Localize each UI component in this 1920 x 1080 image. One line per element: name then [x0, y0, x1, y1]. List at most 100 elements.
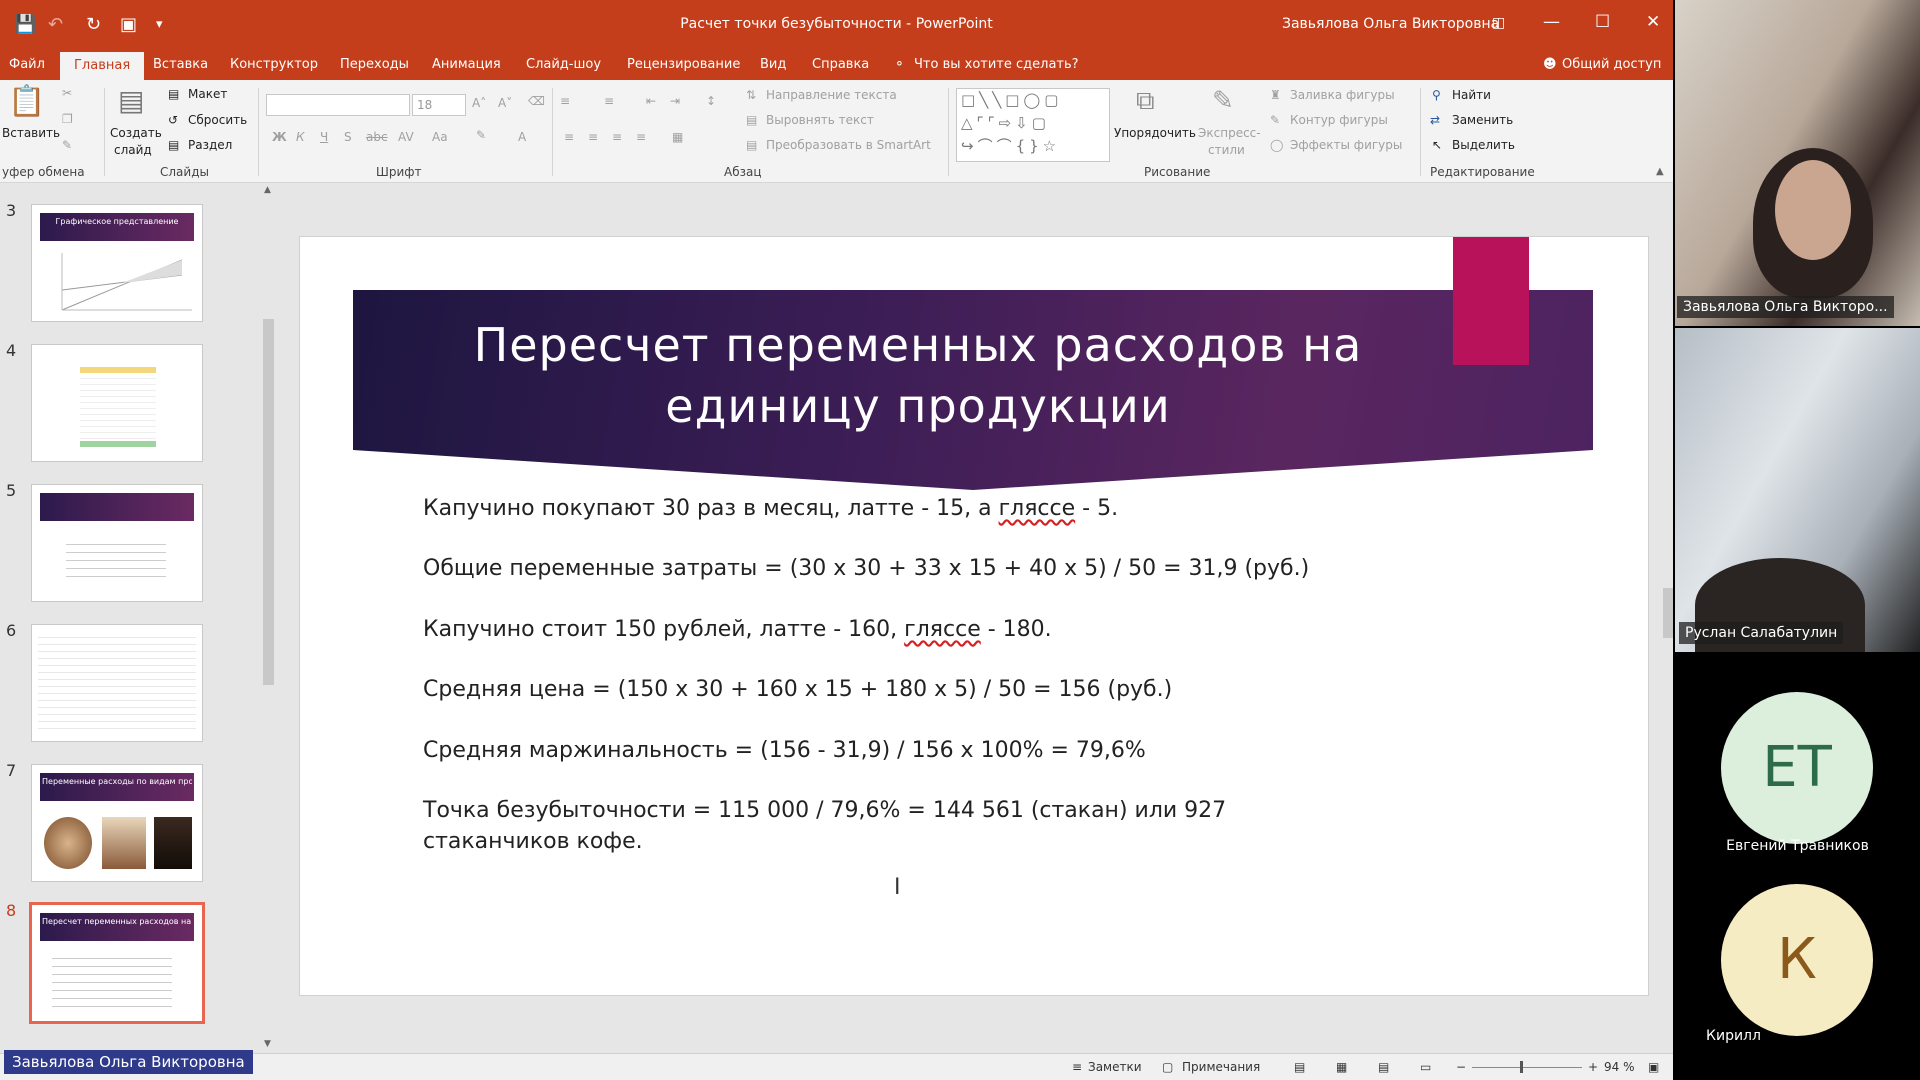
spacing-icon[interactable]: AV	[398, 130, 414, 144]
font-size-select[interactable]: 18	[412, 94, 466, 116]
shrink-font-icon[interactable]: A˅	[498, 96, 512, 110]
current-slide[interactable]: Пересчет переменных расходов на единицу …	[300, 237, 1648, 995]
text-direction-button[interactable]: Направление текста	[766, 88, 897, 102]
fit-slide-icon[interactable]: ▣	[1648, 1060, 1659, 1074]
reading-view-icon[interactable]: ▤	[1378, 1060, 1389, 1074]
ribbon-display-icon[interactable]: ◫	[1492, 15, 1505, 31]
tab-file[interactable]: Файл	[9, 57, 45, 72]
scroll-up-icon[interactable]: ▲	[264, 185, 271, 195]
shapes-gallery[interactable]: □╲╲□◯▢ △⌜⌜⇨⇩▢ ↪⌒⌒{}☆	[956, 88, 1110, 162]
copy-icon[interactable]: ❐	[62, 112, 73, 126]
maximize-icon[interactable]: ☐	[1595, 12, 1610, 32]
participant-video[interactable]: Завьялова Ольга Викторо...	[1675, 0, 1920, 326]
numbering-icon[interactable]: ≡	[604, 94, 614, 108]
participant-video[interactable]: Руслан Салабатулин	[1675, 328, 1920, 652]
font-color-icon[interactable]: A	[518, 130, 526, 144]
scrollbar-thumb[interactable]	[1663, 588, 1673, 638]
slideshow-view-icon[interactable]: ▭	[1420, 1060, 1431, 1074]
participant-tile[interactable]: ЕТ Евгений Травников	[1675, 660, 1920, 860]
close-icon[interactable]: ✕	[1646, 12, 1660, 32]
thumb-slide-5[interactable]	[32, 485, 202, 601]
thumb-slide-8-selected[interactable]: Пересчет переменных расходов на единицу …	[32, 905, 202, 1021]
slide-title[interactable]: Пересчет переменных расходов на единицу …	[353, 315, 1483, 437]
align-text-button[interactable]: Выровнять текст	[766, 113, 874, 127]
slide-sorter-icon[interactable]: ▦	[1336, 1060, 1347, 1074]
cut-icon[interactable]: ✂	[62, 86, 72, 100]
body-line-6[interactable]: Точка безубыточности = 115 000 / 79,6% =…	[423, 798, 1226, 823]
shape-fill-button[interactable]: Заливка фигуры	[1290, 88, 1395, 102]
scrollbar-thumb[interactable]	[263, 319, 274, 685]
comments-button[interactable]: Примечания	[1182, 1060, 1260, 1074]
columns-icon[interactable]: ▦	[672, 130, 683, 144]
body-line-2[interactable]: Общие переменные затраты = (30 х 30 + 33…	[423, 556, 1309, 581]
zoom-slider[interactable]	[1472, 1067, 1582, 1068]
thumb-slide-6[interactable]	[32, 625, 202, 741]
body-line-4[interactable]: Средняя цена = (150 х 30 + 160 х 15 + 18…	[423, 677, 1172, 702]
shape-outline-button[interactable]: Контур фигуры	[1290, 113, 1388, 127]
decrease-indent-icon[interactable]: ⇤	[646, 94, 656, 108]
zoom-level[interactable]: 94 %	[1604, 1060, 1635, 1074]
tab-review[interactable]: Рецензирование	[627, 57, 740, 72]
new-slide-button[interactable]: Создать	[110, 126, 162, 140]
thumb-slide-7[interactable]: Переменные расходы по видам продукции	[32, 765, 202, 881]
replace-button[interactable]: Заменить	[1452, 113, 1513, 127]
italic-icon[interactable]: К	[296, 130, 305, 144]
zoom-slider-thumb[interactable]	[1520, 1061, 1523, 1073]
zoom-out-icon[interactable]: −	[1456, 1060, 1466, 1074]
slide-scrollbar[interactable]	[1663, 183, 1673, 1053]
clear-format-icon[interactable]: ⌫	[528, 94, 545, 108]
minimize-icon[interactable]: —	[1543, 12, 1560, 32]
grow-font-icon[interactable]: A˄	[472, 96, 486, 110]
body-line-7[interactable]: стаканчиков кофе.	[423, 829, 643, 854]
smartart-button[interactable]: Преобразовать в SmartArt	[766, 138, 931, 152]
align-left-icon[interactable]: ≡	[564, 130, 574, 144]
tab-design[interactable]: Конструктор	[230, 57, 318, 72]
tab-transitions[interactable]: Переходы	[340, 57, 409, 72]
justify-icon[interactable]: ≡	[636, 130, 646, 144]
notes-button[interactable]: Заметки	[1088, 1060, 1142, 1074]
reset-button[interactable]: Сбросить	[188, 113, 247, 127]
highlight-icon[interactable]: ✎	[476, 128, 486, 142]
thumb-slide-3[interactable]: Графическое представление	[32, 205, 202, 321]
bold-icon[interactable]: Ж	[272, 130, 287, 144]
bullets-icon[interactable]: ≡	[560, 94, 570, 108]
share-button[interactable]: Общий доступ	[1562, 57, 1661, 72]
layout-button[interactable]: Макет	[188, 87, 227, 101]
tell-me-search[interactable]: Что вы хотите сделать?	[914, 57, 1079, 72]
shape-effects-button[interactable]: Эффекты фигуры	[1290, 138, 1402, 152]
scroll-down-icon[interactable]: ▼	[264, 1039, 271, 1049]
body-line-3[interactable]: Капучино стоит 150 рублей, латте - 160, …	[423, 617, 1052, 642]
quick-styles-button[interactable]: Экспресс-	[1198, 126, 1261, 140]
select-button[interactable]: Выделить	[1452, 138, 1515, 152]
collapse-ribbon-icon[interactable]: ▲	[1656, 166, 1664, 177]
tab-home[interactable]: Главная	[60, 52, 145, 81]
underline-icon[interactable]: Ч	[320, 130, 328, 144]
section-button[interactable]: Раздел	[188, 138, 232, 152]
account-name[interactable]: Завьялова Ольга Викторовна	[1282, 16, 1499, 32]
strikethrough-icon[interactable]: abc	[366, 130, 388, 144]
participant-tile[interactable]: К Кирилл	[1675, 868, 1920, 1080]
thumbnail-scrollbar[interactable]: ▲ ▼	[260, 183, 278, 1053]
normal-view-icon[interactable]: ▤	[1294, 1060, 1305, 1074]
zoom-in-icon[interactable]: +	[1588, 1060, 1598, 1074]
shadow-icon[interactable]: S	[344, 130, 352, 144]
find-button[interactable]: Найти	[1452, 88, 1491, 102]
tab-help[interactable]: Справка	[812, 57, 869, 72]
line-spacing-icon[interactable]: ↕	[706, 94, 716, 108]
tab-slideshow[interactable]: Слайд-шоу	[526, 57, 601, 72]
paste-button[interactable]: Вставить	[2, 126, 60, 140]
tab-insert[interactable]: Вставка	[153, 57, 208, 72]
tab-view[interactable]: Вид	[760, 57, 786, 72]
align-center-icon[interactable]: ≡	[588, 130, 598, 144]
shape-effects-icon: ◯	[1270, 138, 1284, 152]
tab-animations[interactable]: Анимация	[432, 57, 501, 72]
align-right-icon[interactable]: ≡	[612, 130, 622, 144]
thumb-slide-4[interactable]	[32, 345, 202, 461]
format-painter-icon[interactable]: ✎	[62, 138, 72, 152]
arrange-button[interactable]: Упорядочить	[1114, 126, 1196, 140]
increase-indent-icon[interactable]: ⇥	[670, 94, 680, 108]
change-case-icon[interactable]: Aa	[432, 130, 448, 144]
body-line-5[interactable]: Средняя маржинальность = (156 - 31,9) / …	[423, 738, 1146, 763]
font-family-select[interactable]	[266, 94, 410, 116]
body-line-1[interactable]: Капучино покупают 30 раз в месяц, латте …	[423, 496, 1118, 521]
